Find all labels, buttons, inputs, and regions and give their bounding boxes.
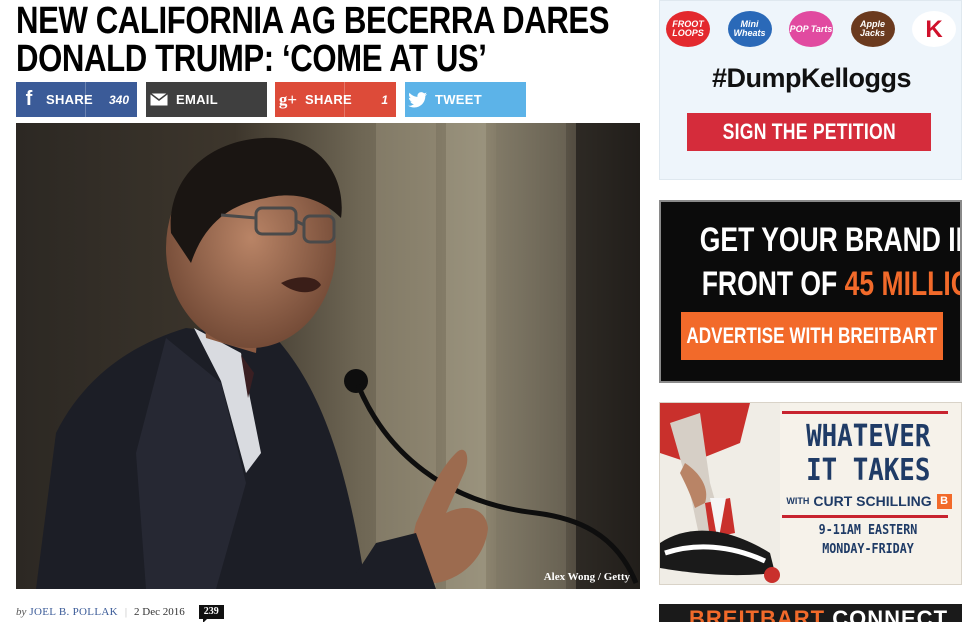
show-time: 9-11AM EASTERN — [818, 523, 918, 538]
facebook-share-count: 340 — [85, 82, 137, 117]
advertise-button[interactable]: ADVERTISE WITH BREITBART — [681, 312, 943, 360]
twitter-share-label: TWEET — [435, 92, 482, 107]
connect-ad-text: BREITBART CONNECT — [689, 606, 948, 622]
breitbart-b-icon: B — [936, 493, 952, 509]
dump-kelloggs-ad[interactable]: FROOT LOOPS Mini Wheats POP Tarts Apple … — [659, 0, 962, 180]
special-k-logo: K — [912, 11, 956, 47]
cereal-logos: FROOT LOOPS Mini Wheats POP Tarts Apple … — [666, 11, 956, 51]
apple-jacks-logo: Apple Jacks — [850, 11, 895, 47]
brand-ad-line-1-text: GET YOUR BRAND IN — [699, 221, 962, 259]
comment-count-badge[interactable]: 239 — [198, 605, 224, 622]
show-days: MONDAY-FRIDAY — [822, 542, 914, 557]
headline-line-1: NEW CALIFORNIA AG BECERRA DARES — [16, 0, 610, 42]
mini-wheats-logo: Mini Wheats — [727, 11, 772, 47]
brand-ad-highlight: 45 MILLION — [844, 265, 960, 303]
connect-ad-word: CONNECT — [832, 606, 949, 622]
sign-petition-button[interactable]: SIGN THE PETITION — [687, 113, 931, 151]
schilling-title-line-2-text: IT TAKES — [805, 453, 931, 488]
google-plus-share-button[interactable]: g+ SHARE 1 — [275, 82, 396, 117]
email-share-label: EMAIL — [176, 92, 218, 107]
twitter-icon — [405, 82, 431, 117]
host-name: CURT SCHILLING — [813, 493, 932, 509]
facebook-share-button[interactable]: f SHARE 340 — [16, 82, 137, 117]
divider-bottom — [782, 515, 948, 518]
brand-ad-line-2-prefix: FRONT OF — [701, 265, 838, 303]
advertise-button-label: ADVERTISE WITH BREITBART — [686, 323, 938, 348]
byline-prefix: by — [16, 606, 27, 618]
article-hero-image: Alex Wong / Getty — [16, 123, 640, 589]
curt-schilling-ad[interactable]: WHATEVER IT TAKES WITH CURT SCHILLING B … — [659, 402, 962, 585]
pop-tarts-logo: POP Tarts — [789, 11, 833, 47]
schilling-title-line-2: IT TAKES — [778, 455, 958, 487]
schilling-title-line-1-text: WHATEVER — [805, 419, 931, 454]
froot-loops-logo: FROOT LOOPS — [666, 11, 710, 47]
email-icon — [146, 82, 172, 117]
photo-credit: Alex Wong / Getty — [543, 571, 630, 583]
advertise-ad[interactable]: GET YOUR BRAND IN FRONT OF 45 MILLION AD… — [659, 200, 962, 383]
google-plus-share-count: 1 — [344, 82, 396, 117]
speaker-photo — [16, 123, 640, 589]
brand-ad-line-1: GET YOUR BRAND IN — [661, 222, 960, 258]
google-plus-icon: g+ — [278, 89, 298, 109]
ad-hashtag: #DumpKelloggs — [711, 63, 912, 93]
author-link[interactable]: JOEL B. POLLAK — [29, 606, 117, 618]
facebook-icon: f — [25, 88, 33, 110]
breitbart-connect-ad[interactable]: BREITBART CONNECT — [659, 604, 962, 622]
headline-line-2: DONALD TRUMP: ‘COME AT US’ — [16, 38, 487, 80]
connect-ad-brand: BREITBART — [689, 606, 826, 622]
email-share-button[interactable]: EMAIL — [146, 82, 267, 117]
brand-ad-line-2-text: FRONT OF 45 MILLION — [701, 265, 960, 303]
article-byline: by JOEL B. POLLAK | 2 Dec 2016 239 — [16, 604, 224, 622]
baseball-cleats-image — [660, 403, 780, 584]
twitter-share-button[interactable]: TWEET — [405, 82, 526, 117]
sign-petition-label: SIGN THE PETITION — [722, 119, 896, 144]
schilling-host-line: WITH CURT SCHILLING B — [784, 493, 954, 509]
brand-ad-line-2: FRONT OF 45 MILLION — [661, 266, 960, 302]
publish-date: 2 Dec 2016 — [134, 606, 185, 618]
byline-separator: | — [124, 606, 128, 618]
divider-top — [782, 411, 948, 414]
with-label: WITH — [786, 496, 810, 506]
article-headline: NEW CALIFORNIA AG BECERRA DARES DONALD T… — [16, 0, 610, 80]
show-times: 9-11AM EASTERN MONDAY-FRIDAY — [778, 521, 958, 559]
schilling-title-line-1: WHATEVER — [778, 421, 958, 453]
